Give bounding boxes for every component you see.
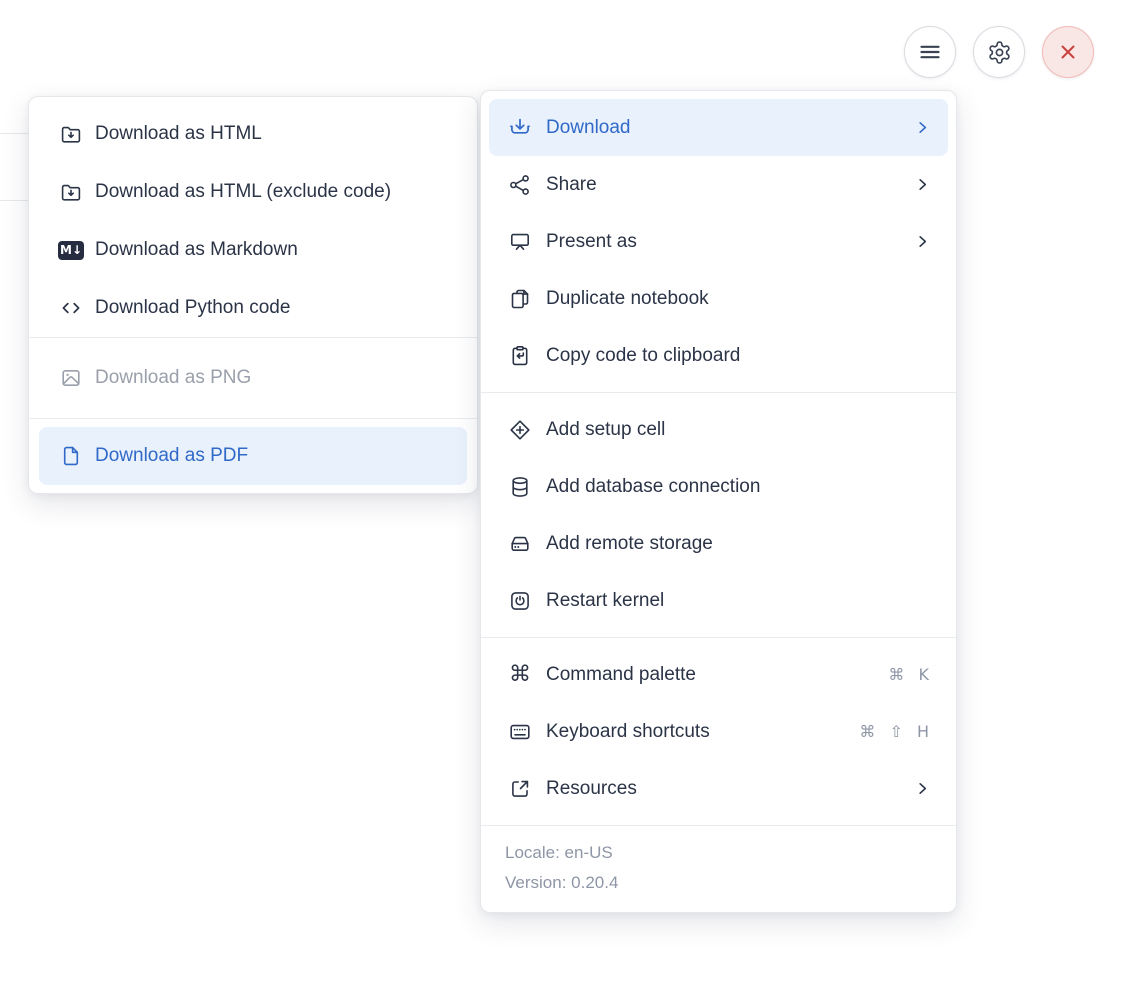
menu-item-label: Resources [546,777,637,799]
folder-download-icon [59,180,83,204]
database-icon [508,475,532,499]
menu-item-label: Download as HTML [95,123,262,144]
menu-footer: Locale: en-US Version: 0.20.4 [481,826,956,912]
diamond-plus-icon [508,418,532,442]
gear-icon [987,40,1012,65]
clipboard-arrow-icon [508,344,532,368]
file-icon [59,444,83,468]
menu-item-label: Copy code to clipboard [546,344,741,366]
menu-item-label: Download [546,116,631,138]
version-label: Version: 0.20.4 [505,873,619,892]
menu-item-label: Add database connection [546,475,761,497]
chevron-right-icon [914,234,930,250]
menu-item-label: Restart kernel [546,589,665,611]
presentation-icon [508,230,532,254]
duplicate-icon [508,287,532,311]
settings-button[interactable] [973,26,1025,78]
menu-item-add-setup-cell[interactable]: Add setup cell [481,401,956,458]
image-icon [59,366,83,390]
close-icon [1056,40,1080,64]
menu-item-duplicate-notebook[interactable]: Duplicate notebook [481,270,956,327]
external-link-icon [508,777,532,801]
menu-item-label: Download Python code [95,297,291,318]
hamburger-icon [918,40,942,64]
menu-item-download-as-html[interactable]: Download as HTML [29,105,477,163]
markdown-icon: M↓ [58,238,84,262]
chevron-right-icon [914,781,930,797]
hard-drive-icon [508,532,532,556]
menu-item-download-as-pdf[interactable]: Download as PDF [39,427,467,485]
menu-item-download-python-code[interactable]: Download Python code [29,279,477,337]
shortcut-label: ⌘ ⇧ H [859,722,930,741]
menu-item-label: Duplicate notebook [546,287,709,309]
keyboard-icon [508,720,532,744]
close-button[interactable] [1042,26,1094,78]
menu-item-command-palette[interactable]: ⌘ Command palette ⌘ K [481,646,956,703]
chevron-right-icon [914,177,930,193]
power-icon [508,589,532,613]
share-icon [508,173,532,197]
background-rule [0,133,29,134]
shortcut-label: ⌘ K [888,665,930,684]
download-icon [508,116,532,140]
background-rule [0,200,29,201]
menu-item-download-as-html-exclude-code[interactable]: Download as HTML (exclude code) [29,163,477,221]
menu-item-label: Add setup cell [546,418,666,440]
menu-item-label: Download as HTML (exclude code) [95,181,392,202]
menu-item-present-as[interactable]: Present as [481,213,956,270]
menu-item-label: Command palette [546,663,696,685]
menu-item-label: Present as [546,230,637,252]
locale-label: Locale: en-US [505,843,613,862]
menu-item-keyboard-shortcuts[interactable]: Keyboard shortcuts ⌘ ⇧ H [481,703,956,760]
menu-item-label: Download as Markdown [95,239,298,260]
command-icon: ⌘ [509,661,531,687]
menu-item-download-as-markdown[interactable]: M↓ Download as Markdown [29,221,477,279]
window-toolbar [904,26,1094,78]
menu-item-resources[interactable]: Resources [481,760,956,817]
download-submenu: Download as HTML Download as HTML (exclu… [28,96,478,494]
menu-item-add-remote-storage[interactable]: Add remote storage [481,515,956,572]
menu-item-share[interactable]: Share [481,156,956,213]
menu-item-download[interactable]: Download [489,99,948,156]
menu-button[interactable] [904,26,956,78]
notebook-menu: Download Share Present as Duplicate note… [480,90,957,913]
menu-item-restart-kernel[interactable]: Restart kernel [481,572,956,629]
menu-item-label: Download as PDF [95,445,249,466]
folder-download-icon [59,122,83,146]
menu-item-label: Keyboard shortcuts [546,720,710,742]
menu-item-label: Share [546,173,597,195]
menu-item-copy-code-to-clipboard[interactable]: Copy code to clipboard [481,327,956,384]
menu-item-label: Download as PNG [95,367,252,388]
menu-item-download-as-png: Download as PNG [29,349,477,407]
menu-item-label: Add remote storage [546,532,713,554]
menu-item-add-database-connection[interactable]: Add database connection [481,458,956,515]
code-icon [59,296,83,320]
chevron-right-icon [914,120,930,136]
